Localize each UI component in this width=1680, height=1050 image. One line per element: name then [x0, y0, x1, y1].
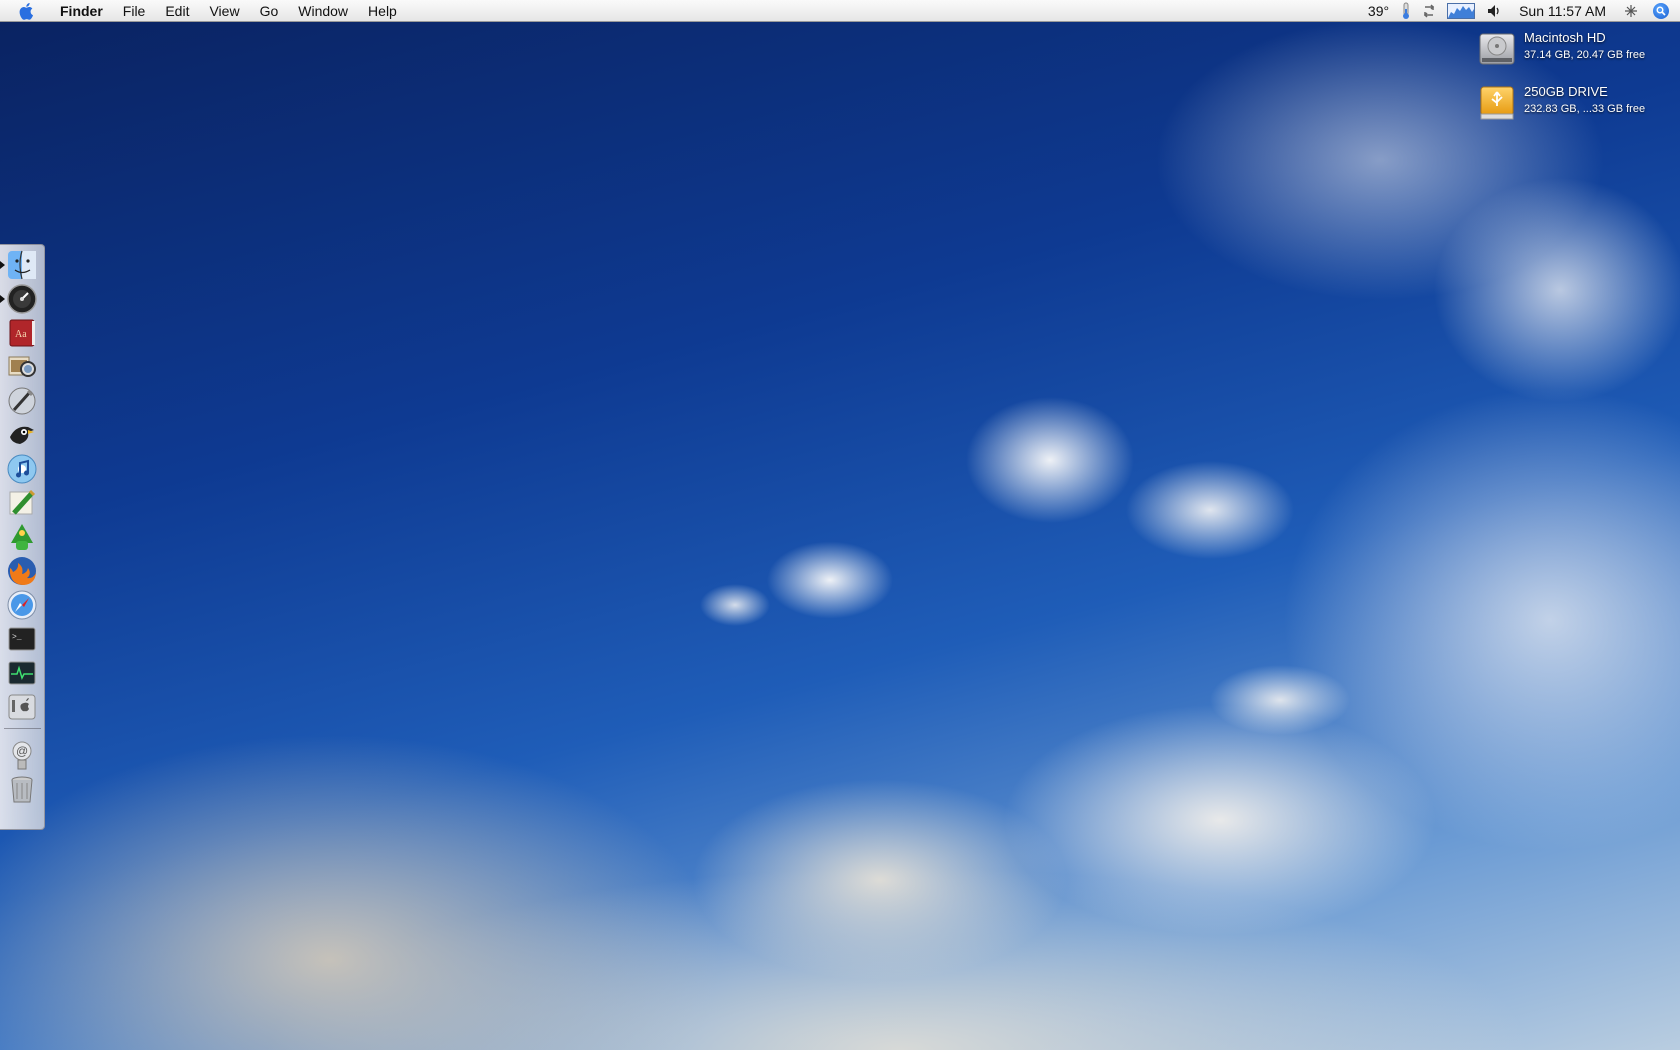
dock-firefox-icon[interactable] — [6, 555, 38, 587]
dock-preview-icon[interactable] — [6, 351, 38, 383]
dock-terminal-icon[interactable]: >_ — [6, 623, 38, 655]
desktop-wallpaper — [0, 0, 1680, 1050]
desktop-drive-macintosh-hd[interactable]: Macintosh HD 37.14 GB, 20.47 GB free — [1478, 30, 1678, 74]
dock-mail-stack-icon[interactable]: @ — [6, 739, 38, 771]
dock-trash-icon[interactable] — [6, 773, 38, 805]
svg-text:@: @ — [16, 744, 28, 758]
dock-separator — [4, 728, 41, 729]
menu-go[interactable]: Go — [250, 0, 289, 22]
menu-help[interactable]: Help — [358, 0, 407, 22]
temperature-reading[interactable]: 39° — [1368, 3, 1389, 19]
apple-menu-icon[interactable] — [18, 2, 36, 20]
dock-adium-icon[interactable] — [6, 521, 38, 553]
dock-itunes-icon[interactable] — [6, 453, 38, 485]
menu-window[interactable]: Window — [288, 0, 358, 22]
usb-drive-icon — [1478, 84, 1516, 122]
svg-text:Aa: Aa — [15, 329, 27, 340]
clock[interactable]: Sun 11:57 AM — [1519, 3, 1606, 19]
dock-dictionary-icon[interactable]: Aa — [6, 317, 38, 349]
hard-drive-icon — [1478, 30, 1516, 68]
menu-app-name[interactable]: Finder — [50, 0, 113, 22]
drive-name: 250GB DRIVE — [1524, 84, 1608, 99]
spotlight-icon[interactable] — [1650, 0, 1672, 22]
drive-name: Macintosh HD — [1524, 30, 1606, 45]
menu-view[interactable]: View — [199, 0, 249, 22]
sync-icon[interactable] — [1423, 3, 1435, 19]
volume-icon[interactable] — [1487, 4, 1503, 18]
menu-edit[interactable]: Edit — [155, 0, 199, 22]
dock-cyberduck-icon[interactable] — [6, 419, 38, 451]
activity-graph-icon[interactable] — [1447, 3, 1476, 19]
bluetooth-icon[interactable] — [1624, 4, 1638, 18]
dock-safari-icon[interactable] — [6, 589, 38, 621]
drive-info: 37.14 GB, 20.47 GB free — [1524, 49, 1646, 61]
dock-system-preferences-icon[interactable] — [6, 691, 38, 723]
drive-info: 232.83 GB, ...33 GB free — [1524, 103, 1646, 115]
menu-file[interactable]: File — [113, 0, 156, 22]
desktop-drive-250gb[interactable]: 250GB DRIVE 232.83 GB, ...33 GB free — [1478, 84, 1678, 128]
dock-script-editor-icon[interactable] — [6, 385, 38, 417]
running-indicator — [0, 261, 5, 269]
dock-finder-icon[interactable] — [6, 249, 38, 281]
dock-textmate-icon[interactable] — [6, 487, 38, 519]
dock-dashboard-icon[interactable] — [6, 283, 38, 315]
menu-bar: Finder File Edit View Go Window Help 39°… — [0, 0, 1680, 22]
dock-activity-monitor-icon[interactable] — [6, 657, 38, 689]
running-indicator — [0, 295, 5, 303]
dock: Aa >_ @ — [0, 244, 45, 830]
thermometer-icon[interactable] — [1401, 2, 1411, 20]
svg-text:>_: >_ — [12, 633, 22, 642]
